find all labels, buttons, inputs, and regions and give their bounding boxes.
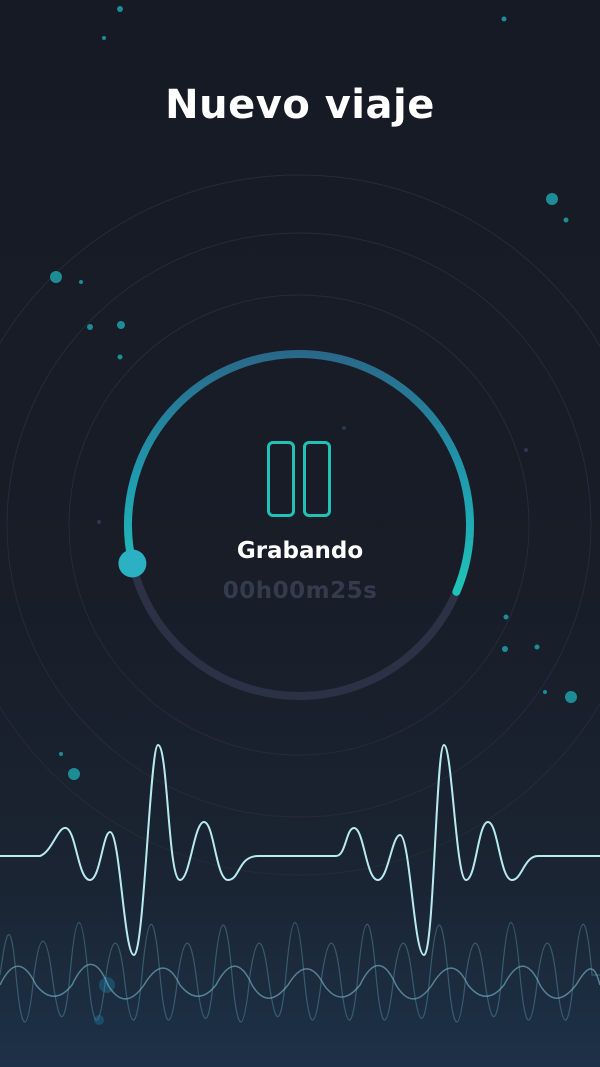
pause-icon-bar-right bbox=[303, 441, 331, 517]
recording-screen: Nuevo viaje Grabando 00h00m25s bbox=[0, 0, 600, 1067]
pause-button[interactable] bbox=[262, 441, 336, 521]
concentric-rings bbox=[0, 174, 600, 876]
progress-ring bbox=[118, 350, 474, 700]
background-graphics bbox=[0, 6, 600, 1025]
waveform bbox=[0, 743, 600, 1023]
elapsed-timer: 00h00m25s bbox=[222, 578, 378, 604]
pause-icon-bar-left bbox=[267, 441, 295, 517]
page-title: Nuevo viaje bbox=[165, 82, 435, 128]
recording-status: Grabando bbox=[236, 538, 364, 564]
waveform-back-line bbox=[0, 922, 600, 1023]
